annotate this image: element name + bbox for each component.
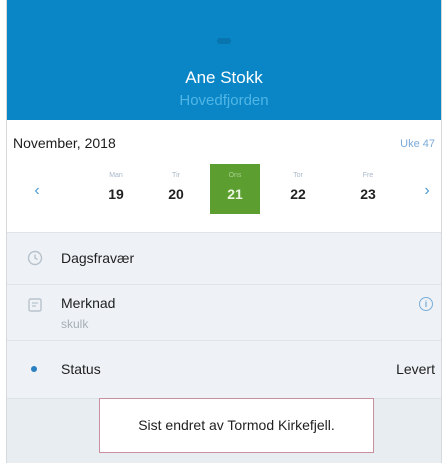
month-label: November, 2018 — [13, 135, 116, 151]
day-weekday: Tor — [293, 172, 303, 179]
absence-label: Dagsfravær — [61, 250, 135, 266]
note-label: Merknad — [61, 295, 116, 311]
note-value: skulk — [61, 317, 89, 331]
status-row: Status Levert — [7, 340, 441, 398]
day-23[interactable]: Fre 23 — [343, 164, 393, 214]
day-20[interactable]: Tir 20 — [151, 164, 201, 214]
header-handle — [217, 38, 231, 44]
info-icon[interactable]: i — [419, 297, 433, 311]
day-21-selected[interactable]: Ons 21 — [210, 164, 260, 214]
day-weekday: Tir — [172, 172, 180, 179]
status-label: Status — [61, 361, 101, 377]
day-weekday: Fre — [362, 172, 374, 179]
chevron-left-icon[interactable]: ‹ — [27, 182, 47, 200]
day-22[interactable]: Tor 22 — [273, 164, 323, 214]
week-label: Uke 47 — [400, 138, 435, 150]
student-name: Ane Stokk — [185, 68, 263, 87]
student-place: Hovedfjorden — [179, 92, 269, 109]
day-weekday: Ons — [228, 172, 242, 179]
clock-icon — [27, 250, 43, 266]
day-number: 21 — [227, 186, 243, 202]
absence-row[interactable]: Dagsfravær — [7, 232, 441, 284]
day-number: 22 — [290, 186, 306, 202]
status-value: Levert — [396, 361, 435, 377]
day-number: 23 — [360, 186, 376, 202]
note-icon — [28, 298, 42, 312]
day-number: 20 — [168, 186, 184, 202]
chevron-right-icon[interactable]: › — [417, 182, 437, 200]
day-19[interactable]: Man 19 — [91, 164, 141, 214]
day-weekday: Man — [109, 172, 123, 179]
note-row[interactable]: Merknad skulk i — [7, 284, 441, 340]
student-header: Ane Stokk Hovedfjorden — [7, 0, 441, 120]
day-number: 19 — [108, 186, 124, 202]
week-calendar: November, 2018 Uke 47 ‹ Man 19 Tir 20 On… — [7, 120, 441, 232]
last-edited-toast: Sist endret av Tormod Kirkefjell. — [99, 398, 374, 453]
status-dot-icon — [31, 366, 37, 372]
app-frame: Ane Stokk Hovedfjorden November, 2018 Uk… — [6, 0, 442, 463]
